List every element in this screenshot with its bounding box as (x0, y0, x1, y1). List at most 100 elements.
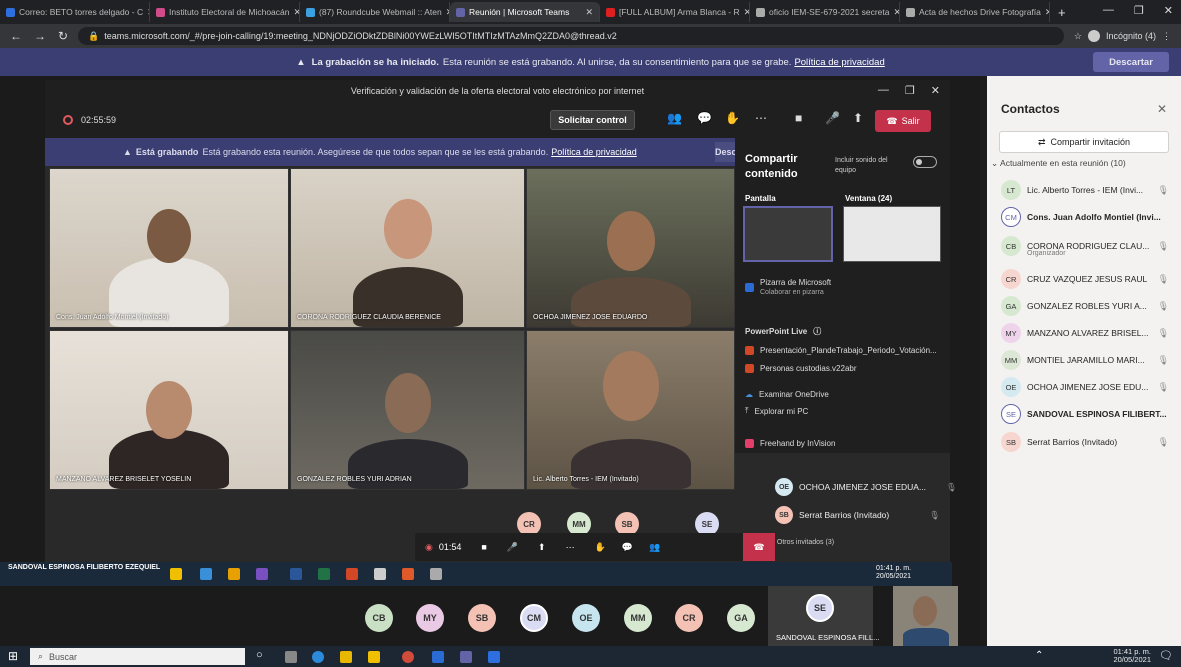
share-invite-button[interactable]: ⇄ Compartir invitación (999, 131, 1169, 153)
video-tile[interactable]: Cons. Juan Adolfo Montiel (Invitado) (49, 168, 289, 328)
taskbar-app-icon[interactable] (285, 651, 297, 663)
contact-row[interactable]: CM Cons. Juan Adolfo Montiel (Invi... (1001, 207, 1175, 227)
avatar[interactable]: GA (727, 604, 755, 632)
participants-icon[interactable]: 👥 (667, 111, 682, 125)
freehand-option[interactable]: Freehand by InVision (745, 438, 835, 448)
teams-icon[interactable] (460, 651, 472, 663)
close-icon[interactable]: ✕ (1157, 102, 1167, 116)
hangup-button[interactable]: ☎ (743, 533, 775, 561)
request-control-button[interactable]: Solicitar control (550, 110, 635, 130)
window-thumbnail[interactable] (843, 206, 941, 262)
maximize-icon[interactable]: ❐ (905, 84, 915, 97)
browse-pc[interactable]: ⤒ Explorar mi PC (745, 406, 808, 416)
hand-icon[interactable]: ✋ (595, 542, 606, 553)
mail-icon[interactable] (432, 651, 444, 663)
store-icon[interactable] (368, 651, 380, 663)
camera-icon[interactable]: ■ (481, 542, 486, 552)
more-icon[interactable]: ⋯ (755, 111, 767, 125)
reactions-icon[interactable]: ✋ (725, 111, 740, 125)
others-group[interactable]: ⌄Otros invitados (3) (765, 538, 834, 547)
contact-row[interactable]: SE SANDOVAL ESPINOSA FILIBERT... (1001, 404, 1175, 424)
info-icon[interactable]: ⓘ (813, 326, 821, 337)
contact-row[interactable]: MY MANZANO ALVAREZ BRISEL... 🎙 (1001, 323, 1175, 343)
ppt-file[interactable]: Presentación_PlandeTrabajo_Periodo_Votac… (745, 346, 937, 355)
video-tile[interactable]: OCHOA JIMENEZ JOSE EDUARDO (526, 168, 735, 328)
contact-row[interactable]: GA GONZALEZ ROBLES YURI A... 🎙 (1001, 296, 1175, 316)
active-speaker-tile[interactable]: SE SANDOVAL ESPINOSA FILL... (768, 586, 879, 646)
chat-icon[interactable]: 💬 (622, 542, 633, 553)
star-icon[interactable]: ☆ (1074, 31, 1082, 42)
minimize-icon[interactable]: — (1103, 4, 1114, 17)
video-tile[interactable]: GONZALEZ ROBLES YURI ADRIAN (290, 330, 525, 490)
self-video[interactable] (893, 586, 958, 646)
screen-thumbnail[interactable] (743, 206, 833, 262)
participants-icon[interactable]: 👥 (649, 542, 660, 553)
close-tab-icon[interactable]: ✕ (1045, 7, 1049, 18)
contact-row[interactable]: SB Serrat Barrios (Invitado) 🎙 (1001, 432, 1175, 452)
share-icon[interactable]: ⬆ (538, 542, 546, 553)
in-meeting-group[interactable]: ⌄ Actualmente en esta reunión (10) (991, 158, 1126, 169)
browser-tab[interactable]: oficio IEM-SE-679-2021 secreta✕ (750, 2, 900, 22)
search-input[interactable]: ⌕ Buscar (30, 648, 245, 665)
url-field[interactable]: 🔒 teams.microsoft.com/_#/pre-join-calling… (78, 27, 1064, 45)
avatar[interactable]: MY (416, 604, 444, 632)
system-tray-icon[interactable]: ⌃ (1035, 650, 1043, 661)
incognito-indicator[interactable]: ☆ Incógnito (4) ⋮ (1064, 30, 1181, 42)
contact-row[interactable]: LT Lic. Alberto Torres - IEM (Invi... 🎙 (1001, 180, 1175, 200)
windows-start-icon[interactable]: ⊞ (8, 649, 18, 663)
edge-icon[interactable] (312, 651, 324, 663)
browser-tab[interactable]: Correo: BETO torres delgado - C✕ (0, 2, 150, 22)
privacy-link[interactable]: Política de privacidad (551, 147, 637, 157)
chat-icon[interactable]: 💬 (697, 111, 712, 125)
close-icon[interactable]: ✕ (931, 84, 940, 97)
browser-tab[interactable]: Acta de hechos Drive Fotografía✕ (900, 2, 1050, 22)
participant-row[interactable]: SB Serrat Barrios (Invitado) 🎙 (775, 506, 940, 524)
browser-tab-active[interactable]: Reunión | Microsoft Teams ✕ (450, 2, 600, 22)
browse-onedrive[interactable]: ☁ Examinar OneDrive (745, 390, 829, 399)
ppt-file[interactable]: Personas custodias.v22abr (745, 364, 857, 373)
video-tile[interactable]: CORONA RODRIGUEZ CLAUDIA BERENICE (290, 168, 525, 328)
explorer-icon[interactable] (340, 651, 352, 663)
notifications-icon[interactable]: 🗨 (1159, 649, 1173, 662)
task-view-icon[interactable]: ○ (256, 649, 263, 661)
leave-button[interactable]: ☎ Salir (875, 110, 931, 132)
privacy-link[interactable]: Política de privacidad (794, 57, 884, 68)
more-icon[interactable]: ⋯ (566, 542, 575, 553)
maximize-icon[interactable]: ❐ (1134, 4, 1144, 17)
contact-row[interactable]: OE OCHOA JIMENEZ JOSE EDU... 🎙 (1001, 377, 1175, 397)
mic-icon[interactable]: 🎤 (825, 111, 840, 125)
dismiss-button[interactable]: Desc (715, 142, 737, 162)
include-sound-toggle[interactable] (913, 156, 937, 168)
video-tile[interactable]: MANZANO ALVAREZ BRISELET YOSELIN (49, 330, 289, 490)
new-tab-icon[interactable]: + (1058, 5, 1066, 20)
clock[interactable]: 01:41 p. m. 20/05/2021 (1113, 648, 1151, 664)
reload-icon[interactable]: ↻ (58, 29, 68, 43)
chrome-icon[interactable] (402, 651, 414, 663)
menu-icon[interactable]: ⋮ (1162, 31, 1171, 42)
back-icon[interactable]: ← (10, 29, 22, 43)
avatar[interactable]: MM (624, 604, 652, 632)
avatar[interactable]: CB (365, 604, 393, 632)
avatar[interactable]: SB (468, 604, 496, 632)
browser-tab[interactable]: Instituto Electoral de Michoacán✕ (150, 2, 300, 22)
contact-row[interactable]: CB CORONA RODRIGUEZ CLAU... Organizador 🎙 (1001, 236, 1175, 257)
contact-row[interactable]: CR CRUZ VAZQUEZ JESUS RAUL 🎙 (1001, 269, 1175, 289)
avatar[interactable]: CR (675, 604, 703, 632)
contact-row[interactable]: MM MONTIEL JARAMILLO MARI... 🎙 (1001, 350, 1175, 370)
minimize-icon[interactable]: — (878, 84, 889, 97)
share-icon[interactable]: ⬆ (853, 111, 863, 125)
whiteboard-option[interactable]: Pizarra de Microsoft Colaborar en pizarra (745, 278, 831, 297)
video-tile[interactable]: Lic. Alberto Torres - IEM (Invitado) (526, 330, 735, 490)
discard-button[interactable]: Descartar (1093, 52, 1169, 72)
taskbar-app-icon[interactable] (488, 651, 500, 663)
forward-icon[interactable]: → (34, 29, 46, 43)
browser-tab[interactable]: (87) Roundcube Webmail :: Aten✕ (300, 2, 450, 22)
browser-tab[interactable]: [FULL ALBUM] Arma Blanca - R✕ (600, 2, 750, 22)
close-tab-icon[interactable]: ✕ (585, 7, 593, 18)
participant-row[interactable]: OE OCHOA JIMENEZ JOSE EDUA... 🎙 (775, 478, 957, 496)
mic-off-icon[interactable]: 🎤 (507, 542, 518, 553)
avatar[interactable]: CM (520, 604, 548, 632)
close-icon[interactable]: ✕ (1164, 4, 1173, 17)
camera-off-icon[interactable]: ■ (795, 111, 802, 125)
avatar[interactable]: OE (572, 604, 600, 632)
